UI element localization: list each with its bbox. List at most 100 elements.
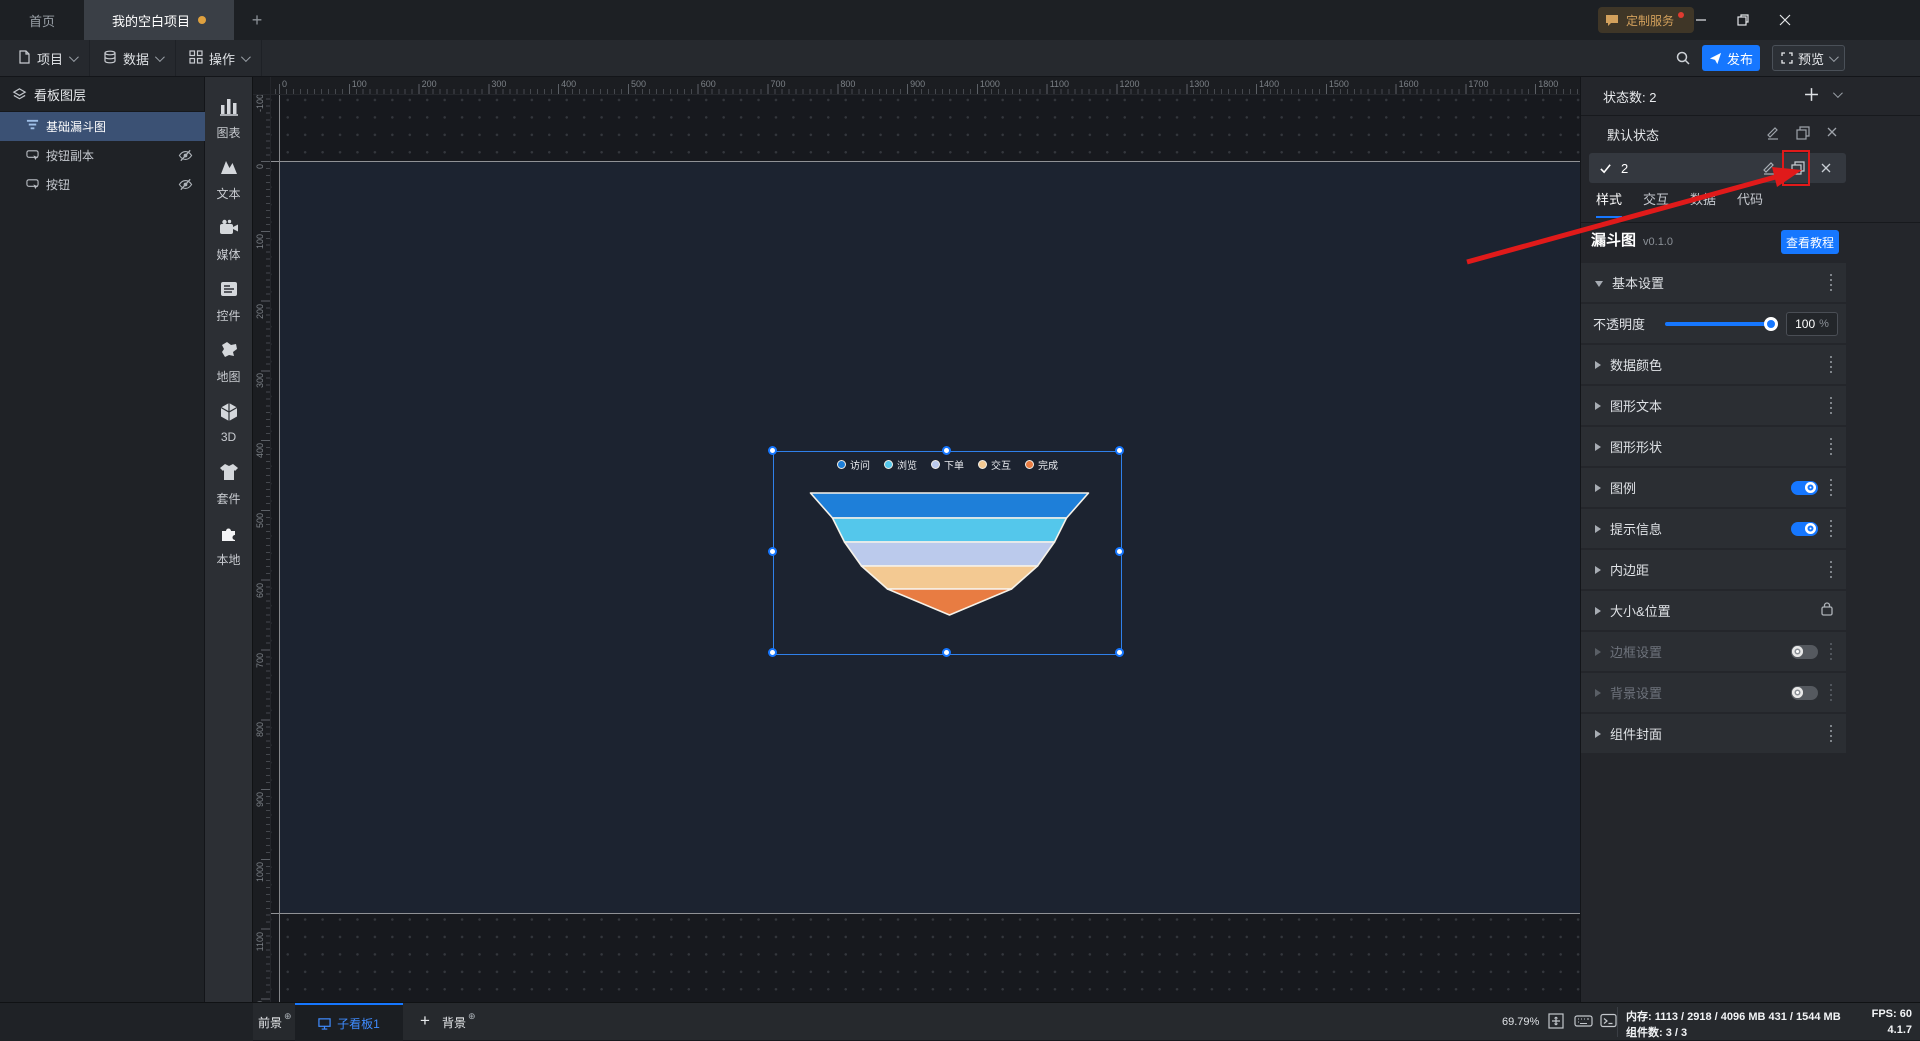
search-button[interactable] bbox=[1670, 46, 1696, 70]
layer-item-按钮[interactable]: 按钮 bbox=[0, 170, 205, 199]
component-category-地图[interactable]: 地图 bbox=[205, 331, 253, 392]
component-category-媒体[interactable]: 媒体 bbox=[205, 209, 253, 270]
component-category-图表[interactable]: 图表 bbox=[205, 87, 253, 148]
component-category-3D[interactable]: 3D bbox=[205, 392, 253, 453]
toggle-off[interactable] bbox=[1790, 644, 1818, 659]
funnel-band-访问[interactable] bbox=[809, 492, 1090, 519]
expand-arrow-icon[interactable] bbox=[1595, 565, 1601, 574]
toggle-on[interactable] bbox=[1790, 480, 1818, 495]
menu-operate[interactable]: 操作 bbox=[176, 40, 263, 76]
eye-off-icon[interactable] bbox=[178, 177, 193, 195]
tab-home[interactable]: 首页 bbox=[0, 0, 84, 40]
menu-document[interactable]: 项目 bbox=[4, 40, 91, 76]
section-图形形状[interactable]: 图形形状 bbox=[1581, 427, 1846, 466]
maximize-button[interactable] bbox=[1730, 8, 1756, 32]
resize-handle[interactable] bbox=[768, 648, 777, 657]
kebab-menu-icon[interactable] bbox=[1828, 354, 1835, 376]
add-circle-icon[interactable]: ⊕ bbox=[468, 1011, 476, 1022]
tab-project-active[interactable]: 我的空白项目 bbox=[84, 0, 234, 40]
component-category-本地[interactable]: 本地 bbox=[205, 514, 253, 575]
resize-handle[interactable] bbox=[1115, 446, 1124, 455]
foreground-button[interactable]: 前景 ⊕ bbox=[258, 1011, 292, 1031]
kebab-menu-icon[interactable] bbox=[1828, 641, 1835, 663]
close-button[interactable] bbox=[1772, 8, 1798, 32]
kebab-menu-icon[interactable] bbox=[1828, 518, 1835, 540]
resize-handle[interactable] bbox=[1115, 547, 1124, 556]
opacity-slider[interactable] bbox=[1665, 316, 1778, 331]
resize-handle[interactable] bbox=[768, 547, 777, 556]
expand-arrow-icon[interactable] bbox=[1595, 401, 1601, 410]
section-内边距[interactable]: 内边距 bbox=[1581, 550, 1846, 589]
section-数据颜色[interactable]: 数据颜色 bbox=[1581, 345, 1846, 384]
funnel-chart[interactable] bbox=[774, 452, 1123, 656]
funnel-band-浏览[interactable] bbox=[831, 517, 1068, 543]
funnel-widget-selection[interactable]: 访问 浏览 下单 交互 完成 bbox=[768, 446, 1124, 657]
panel-tab-数据[interactable]: 数据 bbox=[1690, 189, 1716, 218]
kebab-menu-icon[interactable] bbox=[1828, 559, 1835, 581]
expand-arrow-icon[interactable] bbox=[1595, 483, 1601, 492]
kebab-menu-icon[interactable] bbox=[1828, 436, 1835, 458]
section-大小&位置[interactable]: 大小&位置 bbox=[1581, 591, 1846, 630]
toggle-on[interactable] bbox=[1790, 521, 1818, 536]
subboard-tab-active[interactable]: 子看板1 bbox=[295, 1003, 403, 1041]
section-边框设置[interactable]: 边框设置 bbox=[1581, 632, 1846, 671]
add-state-icon[interactable] bbox=[1804, 87, 1819, 102]
lock-icon[interactable] bbox=[1820, 601, 1834, 621]
expand-arrow-icon[interactable] bbox=[1595, 606, 1601, 615]
layer-item-基础漏斗图[interactable]: 基础漏斗图 bbox=[0, 112, 205, 141]
panel-tab-样式[interactable]: 样式 bbox=[1596, 189, 1623, 218]
delete-state-icon[interactable] bbox=[1826, 126, 1838, 138]
menu-database[interactable]: 数据 bbox=[90, 40, 177, 76]
resize-handle[interactable] bbox=[1115, 648, 1124, 657]
expand-arrow-icon[interactable] bbox=[1595, 280, 1603, 287]
kebab-menu-icon[interactable] bbox=[1828, 682, 1835, 704]
section-提示信息[interactable]: 提示信息 bbox=[1581, 509, 1846, 548]
section-组件封面[interactable]: 组件封面 bbox=[1581, 714, 1846, 753]
copy-state-icon[interactable] bbox=[1796, 126, 1810, 140]
slider-knob[interactable] bbox=[1764, 316, 1778, 331]
kebab-menu-icon[interactable] bbox=[1828, 723, 1835, 745]
expand-arrow-icon[interactable] bbox=[1595, 524, 1601, 533]
expand-arrow-icon[interactable] bbox=[1595, 360, 1601, 369]
kebab-menu-icon[interactable] bbox=[1828, 272, 1835, 294]
kebab-menu-icon[interactable] bbox=[1828, 395, 1835, 417]
component-category-控件[interactable]: 控件 bbox=[205, 270, 253, 331]
preview-button[interactable]: 预览 bbox=[1772, 45, 1845, 71]
eye-off-icon[interactable] bbox=[178, 148, 193, 166]
resize-handle[interactable] bbox=[768, 446, 777, 455]
custom-service-button[interactable]: 定制服务 bbox=[1598, 7, 1695, 33]
component-category-文本[interactable]: 文本 bbox=[205, 148, 253, 209]
funnel-band-下单[interactable] bbox=[843, 541, 1056, 567]
component-category-套件[interactable]: 套件 bbox=[205, 453, 253, 514]
opacity-input[interactable]: 100% bbox=[1786, 311, 1838, 336]
add-board-button[interactable]: + bbox=[414, 1010, 436, 1032]
delete-state-icon[interactable] bbox=[1820, 162, 1832, 174]
expand-arrow-icon[interactable] bbox=[1595, 442, 1601, 451]
minimize-button[interactable] bbox=[1688, 8, 1714, 32]
edit-icon[interactable] bbox=[1762, 161, 1776, 175]
funnel-band-交互[interactable] bbox=[860, 565, 1039, 590]
kebab-menu-icon[interactable] bbox=[1828, 477, 1835, 499]
fit-view-button[interactable] bbox=[1548, 1013, 1564, 1034]
panel-tab-交互[interactable]: 交互 bbox=[1643, 189, 1669, 218]
expand-arrow-icon[interactable] bbox=[1595, 729, 1601, 738]
new-tab-button[interactable]: + bbox=[246, 9, 268, 31]
resize-handle[interactable] bbox=[941, 648, 951, 657]
edit-icon[interactable] bbox=[1766, 126, 1780, 140]
resize-handle[interactable] bbox=[941, 446, 951, 455]
tutorial-button[interactable]: 查看教程 bbox=[1781, 230, 1839, 254]
expand-arrow-icon[interactable] bbox=[1595, 688, 1601, 697]
shortcut-keys-button[interactable] bbox=[1574, 1013, 1593, 1034]
state-2-row-selected[interactable]: 2 bbox=[1589, 150, 1846, 186]
section-图形文本[interactable]: 图形文本 bbox=[1581, 386, 1846, 425]
console-button[interactable] bbox=[1600, 1013, 1617, 1033]
section-基本设置[interactable]: 基本设置 bbox=[1581, 263, 1846, 302]
background-button[interactable]: 背景 ⊕ bbox=[442, 1011, 476, 1031]
add-circle-icon[interactable]: ⊕ bbox=[284, 1011, 292, 1022]
zoom-percent[interactable]: 69.79% bbox=[1502, 1016, 1539, 1028]
expand-arrow-icon[interactable] bbox=[1595, 647, 1601, 656]
publish-button[interactable]: 发布 bbox=[1702, 45, 1760, 71]
canvas[interactable]: 0 100 200 300 400 500 600 700 800 900 1000 1100 1200… bbox=[253, 77, 1580, 1002]
section-图例[interactable]: 图例 bbox=[1581, 468, 1846, 507]
toggle-off[interactable] bbox=[1790, 685, 1818, 700]
